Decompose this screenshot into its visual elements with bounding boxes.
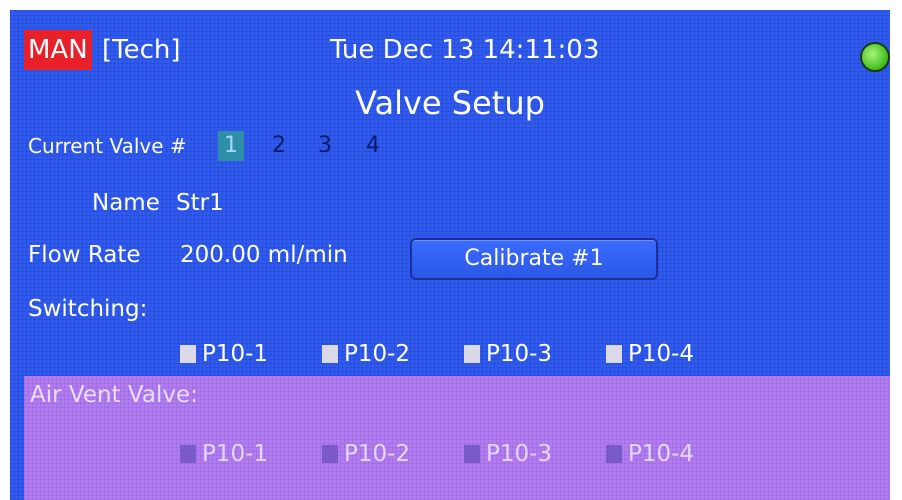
- switching-port-label: P10-1: [202, 341, 269, 367]
- air-vent-port-label: P10-2: [344, 441, 411, 467]
- air-vent-label: Air Vent Valve:: [30, 382, 198, 408]
- calibrate-button[interactable]: Calibrate #1: [410, 238, 658, 280]
- air-vent-panel: Air Vent Valve: P10-1 P10-2 P10-3 P10-4: [24, 376, 890, 500]
- valve-option-2[interactable]: 2: [266, 131, 292, 161]
- checkbox-icon[interactable]: [464, 445, 480, 463]
- flow-rate-label: Flow Rate: [28, 242, 141, 268]
- air-vent-port-label: P10-1: [202, 441, 269, 467]
- checkbox-icon[interactable]: [606, 445, 622, 463]
- checkbox-icon[interactable]: [322, 445, 338, 463]
- valve-option-1[interactable]: 1: [218, 131, 244, 161]
- valve-option-4[interactable]: 4: [360, 131, 386, 161]
- air-vent-port-label: P10-3: [486, 441, 553, 467]
- flow-rate-field[interactable]: 200.00 ml/min: [180, 242, 348, 268]
- checkbox-icon[interactable]: [180, 445, 196, 463]
- mode-badge[interactable]: MAN: [24, 30, 92, 70]
- checkbox-icon[interactable]: [322, 345, 338, 363]
- device-bezel: MAN [Tech] Tue Dec 13 14:11:03 Valve Set…: [0, 0, 902, 500]
- checkbox-icon[interactable]: [464, 345, 480, 363]
- user-role-label[interactable]: [Tech]: [102, 30, 181, 70]
- status-indicator-icon: [860, 42, 890, 72]
- name-label: Name: [92, 190, 160, 216]
- switching-label: Switching:: [28, 296, 148, 322]
- switching-port-label: P10-4: [628, 341, 695, 367]
- touch-screen: MAN [Tech] Tue Dec 13 14:11:03 Valve Set…: [10, 10, 890, 500]
- air-vent-port-label: P10-4: [628, 441, 695, 467]
- current-valve-label: Current Valve #: [28, 134, 187, 158]
- checkbox-icon[interactable]: [606, 345, 622, 363]
- checkbox-icon[interactable]: [180, 345, 196, 363]
- valve-option-3[interactable]: 3: [312, 131, 338, 161]
- page-title: Valve Setup: [355, 84, 545, 122]
- switching-port-label: P10-2: [344, 341, 411, 367]
- name-field[interactable]: Str1: [176, 190, 224, 216]
- switching-port-label: P10-3: [486, 341, 553, 367]
- datetime-display: Tue Dec 13 14:11:03: [330, 35, 600, 65]
